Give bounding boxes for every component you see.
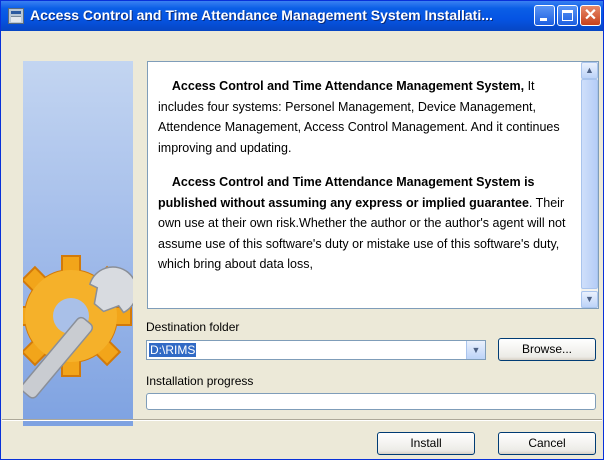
license-text-area[interactable]: Access Control and Time Attendance Manag… bbox=[147, 61, 599, 309]
title-bar[interactable]: Access Control and Time Attendance Manag… bbox=[1, 1, 603, 31]
maximize-button[interactable] bbox=[557, 5, 578, 26]
maximize-icon bbox=[562, 10, 573, 21]
footer-divider bbox=[2, 419, 602, 421]
browse-button[interactable]: Browse... bbox=[498, 338, 596, 361]
destination-folder-value[interactable]: D:\RIMS bbox=[149, 343, 197, 357]
close-button[interactable]: ✕ bbox=[580, 5, 601, 26]
installer-window: Access Control and Time Attendance Manag… bbox=[0, 0, 604, 460]
destination-folder-combobox[interactable]: D:\RIMS ▼ bbox=[146, 340, 486, 360]
window-title: Access Control and Time Attendance Manag… bbox=[30, 7, 493, 23]
gear-wrench-icon bbox=[23, 255, 133, 399]
destination-folder-label: Destination folder bbox=[146, 320, 240, 334]
side-banner-image bbox=[23, 61, 133, 426]
installation-progress-bar bbox=[146, 393, 596, 410]
chevron-down-icon: ▼ bbox=[471, 345, 481, 355]
license-p2-bold: Access Control and Time Attendance Manag… bbox=[158, 175, 535, 210]
install-button[interactable]: Install bbox=[377, 432, 475, 455]
minimize-icon bbox=[540, 18, 547, 21]
cancel-button[interactable]: Cancel bbox=[498, 432, 596, 455]
scroll-up-button[interactable]: ▲ bbox=[581, 62, 598, 79]
installation-progress-label: Installation progress bbox=[146, 374, 254, 388]
license-text: Access Control and Time Attendance Manag… bbox=[158, 76, 580, 289]
destination-dropdown-button[interactable]: ▼ bbox=[466, 341, 485, 359]
scroll-down-button[interactable]: ▼ bbox=[581, 291, 598, 308]
minimize-button[interactable] bbox=[534, 5, 555, 26]
chevron-down-icon: ▼ bbox=[585, 294, 594, 304]
close-icon: ✕ bbox=[583, 7, 598, 24]
chevron-up-icon: ▲ bbox=[585, 65, 594, 75]
installer-app-icon bbox=[8, 8, 24, 24]
license-scrollbar[interactable]: ▲ ▼ bbox=[581, 62, 598, 308]
scroll-thumb[interactable] bbox=[581, 79, 598, 289]
license-p1-bold: Access Control and Time Attendance Manag… bbox=[171, 79, 525, 93]
